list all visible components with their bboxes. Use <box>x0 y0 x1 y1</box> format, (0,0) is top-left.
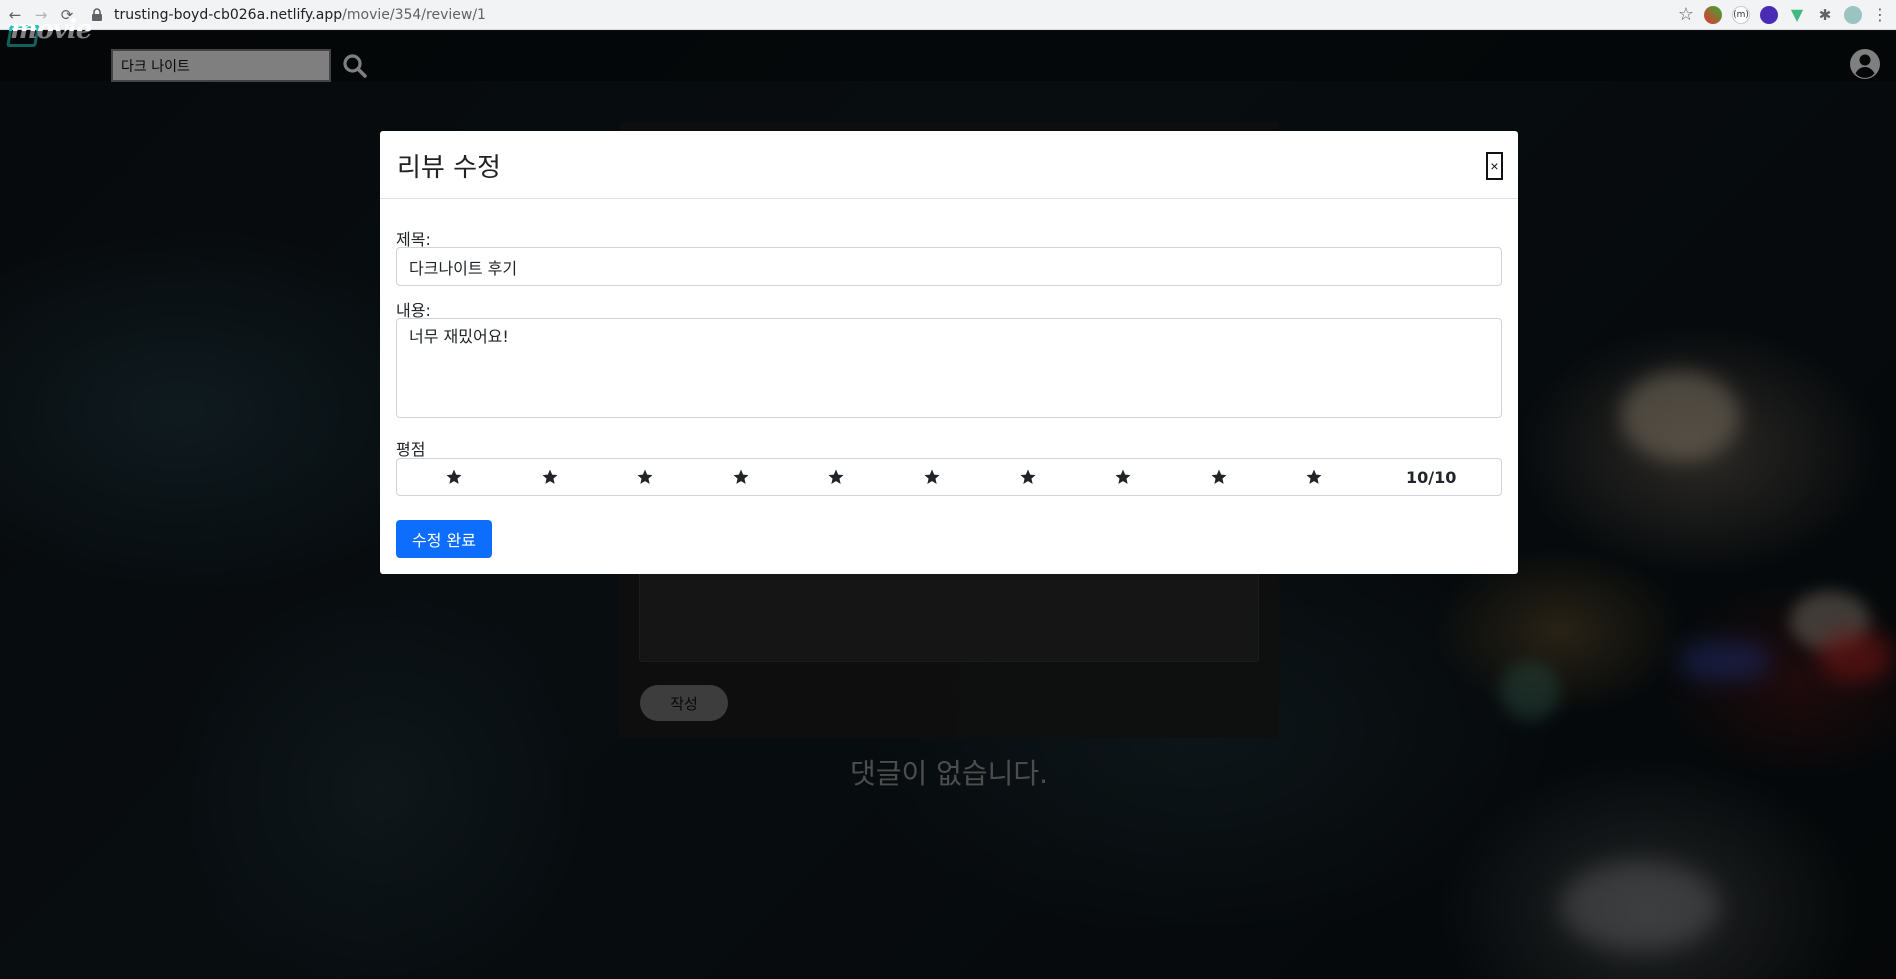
browser-toolbar: ← → ⟳ trusting-boyd-cb026a.netlify.app/m… <box>0 0 1896 30</box>
edit-complete-button[interactable]: 수정 완료 <box>396 520 492 558</box>
address-bar[interactable]: trusting-boyd-cb026a.netlify.app/movie/3… <box>90 2 1678 28</box>
extension-icon[interactable] <box>1704 5 1722 24</box>
star-icon[interactable] <box>636 468 654 486</box>
url-host: trusting-boyd-cb026a.netlify.app <box>114 6 343 23</box>
lock-icon <box>92 7 102 21</box>
content-textarea[interactable]: 너무 재밌어요! <box>396 318 1502 418</box>
close-button[interactable]: × <box>1486 152 1503 180</box>
star-icon[interactable] <box>1305 468 1323 486</box>
star-icon[interactable] <box>827 468 845 486</box>
profile-avatar[interactable] <box>1844 5 1862 24</box>
url-path: /movie/354/review/1 <box>342 6 486 23</box>
edit-review-modal: 리뷰 수정 × 제목: 내용: 너무 재밌어요! 평점 10/10 수정 완료 <box>380 131 1518 574</box>
modal-header: 리뷰 수정 × <box>380 131 1518 199</box>
rating-stars[interactable]: 10/10 <box>396 458 1502 496</box>
star-icon[interactable] <box>1019 468 1037 486</box>
title-input[interactable] <box>396 247 1502 286</box>
rating-label: 평점 <box>396 440 426 459</box>
modal-title: 리뷰 수정 <box>397 153 501 183</box>
star-icon[interactable] <box>445 468 463 486</box>
star-icon[interactable] <box>1114 468 1132 486</box>
menu-icon[interactable]: ⋮ <box>1872 5 1888 24</box>
rating-score: 10/10 <box>1406 468 1457 487</box>
extension-icon[interactable]: (m) <box>1732 5 1750 24</box>
star-icon[interactable] <box>923 468 941 486</box>
puzzle-icon[interactable]: ✱ <box>1816 6 1834 24</box>
star-icon[interactable] <box>732 468 750 486</box>
bookmark-star-icon[interactable]: ☆ <box>1678 4 1694 25</box>
star-icon[interactable] <box>1210 468 1228 486</box>
extension-icon[interactable] <box>1760 5 1778 24</box>
star-icon[interactable] <box>541 468 559 486</box>
vue-devtools-icon[interactable]: ▼ <box>1788 5 1806 24</box>
